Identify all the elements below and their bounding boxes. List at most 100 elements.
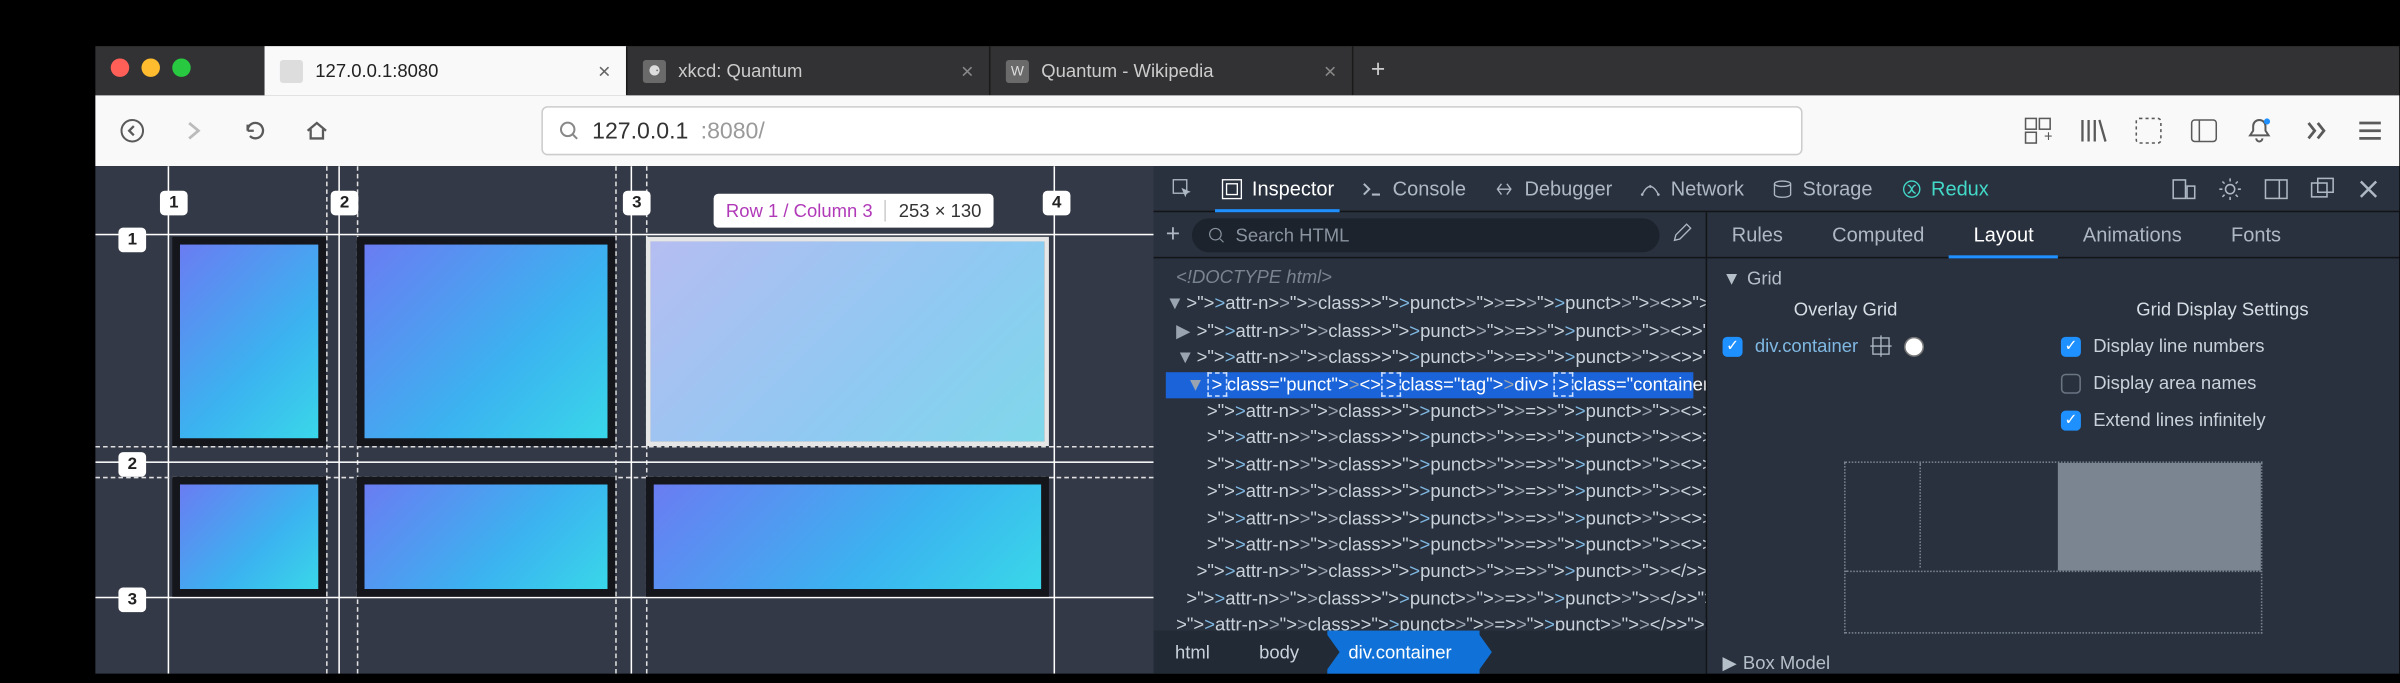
home-button[interactable] <box>295 109 338 152</box>
breadcrumb-item[interactable]: body <box>1238 631 1327 674</box>
dom-node[interactable]: <!DOCTYPE html> <box>1166 265 1694 292</box>
svg-text:+: + <box>2044 128 2052 144</box>
sidebar-tab-rules[interactable]: Rules <box>1707 211 1807 257</box>
dom-node[interactable]: >">>attr-n>>">>class>>">>punct>>">>=>>">… <box>1166 398 1694 425</box>
mini-grid-preview[interactable] <box>1844 461 2262 633</box>
sidebar-icon[interactable] <box>2190 117 2218 145</box>
minimize-window-button[interactable] <box>141 58 159 76</box>
devtools: Inspector Console Debugger Network Storage Re… <box>1154 166 2400 674</box>
dom-node[interactable]: >">>attr-n>>">>class>>">>punct>>">>=>>">… <box>1166 559 1694 586</box>
window-traffic-lights[interactable] <box>111 58 191 76</box>
addons-icon[interactable]: + <box>2024 117 2052 145</box>
menu-icon[interactable] <box>2356 117 2384 145</box>
tab-title: Quantum - Wikipedia <box>1041 60 1311 82</box>
devtools-panel-storage[interactable]: Storage <box>1772 177 1873 200</box>
overflow-icon[interactable] <box>2301 117 2329 145</box>
dom-node[interactable]: >">>attr-n>>">>class>>">>punct>>">>=>>">… <box>1166 505 1694 532</box>
devtools-panel-debugger[interactable]: Debugger <box>1494 177 1613 200</box>
devtools-panel-console[interactable]: Console <box>1362 177 1466 200</box>
checkbox-icon[interactable] <box>2061 373 2081 393</box>
tab-title: xkcd: Quantum <box>678 60 948 82</box>
grid-row-badge: 1 <box>118 228 146 253</box>
screenshot-icon[interactable] <box>2135 117 2163 145</box>
grid-section-header[interactable]: ▼Grid <box>1723 268 2384 290</box>
overlay-grid-title: Overlay Grid <box>1723 298 1969 320</box>
checkbox-icon[interactable]: ✓ <box>1723 336 1743 356</box>
dock-separate-button[interactable] <box>2310 176 2335 201</box>
devtools-panel-redux[interactable]: Redux <box>1900 177 1989 200</box>
rules-panel: RulesComputedLayoutAnimationsFonts ▼Grid… <box>1707 212 2399 673</box>
dom-node[interactable]: >">>attr-n>>">>class>>">>punct>>">>=>>">… <box>1166 479 1694 506</box>
favicon: W <box>1006 59 1029 82</box>
tab-title: 127.0.0.1:8080 <box>315 60 585 82</box>
dom-tree[interactable]: <!DOCTYPE html>▼ >">>attr-n>>">>class>>"… <box>1154 258 1706 630</box>
overlay-grid-row[interactable]: ✓ div.container <box>1723 335 1969 357</box>
dom-node[interactable]: >">>attr-n>>">>class>>">>punct>>">>=>>">… <box>1166 532 1694 559</box>
notifications-icon[interactable] <box>2245 117 2273 145</box>
browser-tab[interactable]: ⚈xkcd: Quantum× <box>628 46 991 95</box>
sidebar-tab-animations[interactable]: Animations <box>2058 211 2206 257</box>
url-bar[interactable]: 127.0.0.1 :8080/ <box>541 106 1802 155</box>
dom-node[interactable]: ▼ >class="punct">><>>class="tag">>div> >… <box>1166 372 1694 399</box>
grid-cell-info: Row 1 / Column 3 253 × 130 <box>714 194 994 228</box>
dock-side-button[interactable] <box>2264 176 2289 201</box>
reload-button[interactable] <box>234 109 277 152</box>
sidebar-tab-fonts[interactable]: Fonts <box>2206 211 2305 257</box>
close-tab-button[interactable]: × <box>1324 58 1337 83</box>
html-search-input[interactable]: Search HTML <box>1192 218 1659 252</box>
grid-col-badge: 1 <box>160 191 188 216</box>
breadcrumbs[interactable]: htmlbodydiv.container <box>1154 631 1706 674</box>
sidebar-tab-layout[interactable]: Layout <box>1949 211 2058 257</box>
close-window-button[interactable] <box>111 58 129 76</box>
close-tab-button[interactable]: × <box>598 58 611 83</box>
grid-target-icon[interactable] <box>1870 335 1892 357</box>
sidebar-tab-computed[interactable]: Computed <box>1808 211 1949 257</box>
dom-panel: + Search HTML <!DOCTYPE html>▼ >">>attr-… <box>1154 212 1708 673</box>
dom-node[interactable]: >">>attr-n>>">>class>>">>punct>>">>=>>">… <box>1166 425 1694 452</box>
favicon <box>280 59 303 82</box>
back-button[interactable] <box>111 109 154 152</box>
new-tab-button[interactable]: + <box>1353 46 1402 95</box>
grid-setting-row[interactable]: ✓Display line numbers <box>2061 335 2384 357</box>
dom-node[interactable]: ▶ >">>attr-n>>">>class>>">>punct>>">>=>>… <box>1166 318 1694 345</box>
grid-settings-title: Grid Display Settings <box>2061 298 2384 320</box>
page-viewport[interactable]: 1 2 3 4 1 2 3 Row 1 / Column 3 253 × 130 <box>95 166 1153 674</box>
url-path: :8080/ <box>701 118 765 144</box>
grid-setting-row[interactable]: Display area names <box>2061 372 2384 394</box>
dom-node[interactable]: >">>attr-n>>">>class>>">>punct>>">>=>>">… <box>1166 452 1694 479</box>
url-host: 127.0.0.1 <box>592 118 688 144</box>
box-model-section-header[interactable]: ▶Box Model <box>1723 652 2384 674</box>
checkbox-icon[interactable]: ✓ <box>2061 410 2081 430</box>
edit-html-button[interactable] <box>1672 221 1694 247</box>
dom-node[interactable]: >">>attr-n>>">>class>>">>punct>>">>=>>">… <box>1166 585 1694 612</box>
dom-node[interactable]: ▼ >">>attr-n>>">>class>>">>punct>>">>=>>… <box>1166 345 1694 372</box>
devtools-panel-network[interactable]: Network <box>1640 177 1744 200</box>
library-icon[interactable] <box>2079 117 2107 145</box>
grid-col-badge: 2 <box>331 191 359 216</box>
grid-item <box>172 477 326 597</box>
forward-button[interactable] <box>172 109 215 152</box>
grid-col-badge: 3 <box>623 191 651 216</box>
devtools-panel-inspector[interactable]: Inspector <box>1221 177 1334 200</box>
maximize-window-button[interactable] <box>172 58 190 76</box>
checkbox-icon[interactable]: ✓ <box>2061 336 2081 356</box>
browser-tab[interactable]: W Quantum - Wikipedia × <box>990 46 1353 95</box>
dom-node[interactable]: >">>attr-n>>">>class>>">>punct>>">>=>>">… <box>1166 612 1694 630</box>
grid-row-badge: 3 <box>118 588 146 613</box>
search-icon <box>1208 225 1226 243</box>
grid-item <box>357 477 615 597</box>
breadcrumb-item[interactable]: div.container <box>1327 631 1480 674</box>
color-swatch[interactable] <box>1904 336 1924 356</box>
devtools-settings-button[interactable] <box>2218 176 2243 201</box>
close-tab-button[interactable]: × <box>961 58 974 83</box>
add-node-button[interactable]: + <box>1166 221 1180 249</box>
devtools-toolbar: Inspector Console Debugger Network Storage Re… <box>1154 166 2400 212</box>
breadcrumb-item[interactable]: html <box>1154 631 1238 674</box>
dom-node[interactable]: ▼ >">>attr-n>>">>class>>">>punct>>">>=>>… <box>1166 291 1694 318</box>
responsive-mode-button[interactable] <box>2172 176 2197 201</box>
grid-setting-row[interactable]: ✓Extend lines infinitely <box>2061 409 2384 431</box>
pick-element-button[interactable] <box>1172 178 1194 200</box>
grid-item <box>172 237 326 446</box>
browser-tab[interactable]: 127.0.0.1:8080 × <box>265 46 628 95</box>
devtools-close-button[interactable] <box>2356 176 2381 201</box>
